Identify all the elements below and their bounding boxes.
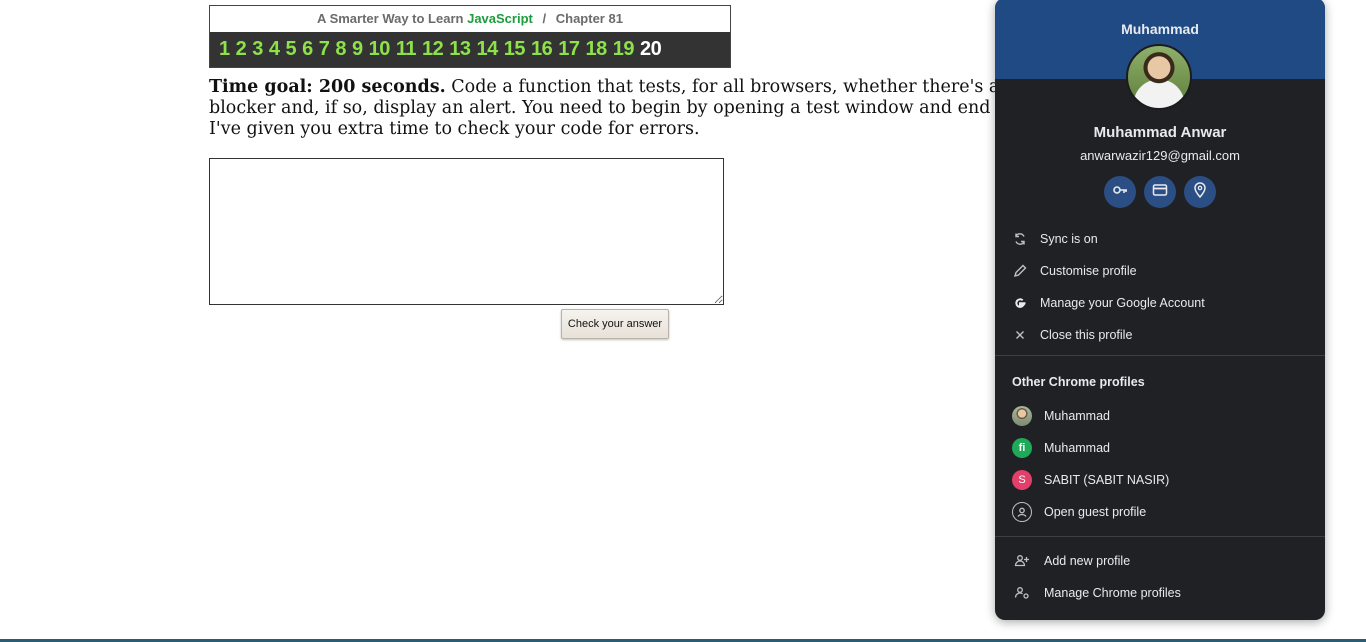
add-new-profile-item[interactable]: Add new profile: [995, 545, 1325, 577]
exercise-link-19[interactable]: 19: [613, 38, 635, 61]
addresses-button[interactable]: [1184, 176, 1216, 208]
answer-textarea[interactable]: [209, 158, 724, 305]
sync-status-item[interactable]: Sync is on: [995, 223, 1325, 255]
exercise-link-14[interactable]: 14: [477, 38, 499, 61]
time-goal: Time goal: 200 seconds.: [209, 77, 446, 97]
chapter-title: A Smarter Way to Learn JavaScript / Chap…: [210, 6, 730, 32]
instructions-text-1: Code a function that tests, for all brow…: [451, 77, 1061, 97]
close-profile-label: Close this profile: [1040, 328, 1133, 342]
add-new-profile-label: Add new profile: [1044, 554, 1131, 568]
exercise-link-9[interactable]: 9: [352, 38, 363, 61]
sync-status-label: Sync is on: [1040, 232, 1098, 246]
profile-item-sabit[interactable]: S SABIT (SABIT NASIR): [995, 464, 1325, 496]
close-icon: [1012, 327, 1028, 343]
exercise-link-18[interactable]: 18: [586, 38, 608, 61]
book-brand: JavaScript: [467, 11, 533, 26]
exercise-link-1[interactable]: 1: [219, 38, 230, 61]
profile-label: Muhammad: [1044, 409, 1110, 423]
manage-chrome-profiles-item[interactable]: Manage Chrome profiles: [995, 577, 1325, 609]
profile-item-muhammad-2[interactable]: fi Muhammad: [995, 432, 1325, 464]
passwords-button[interactable]: [1104, 176, 1136, 208]
exercise-instructions: Time goal: 200 seconds. Code a function …: [209, 77, 1110, 140]
exercise-link-3[interactable]: 3: [252, 38, 263, 61]
pencil-icon: [1012, 263, 1028, 279]
exercise-link-7[interactable]: 7: [319, 38, 330, 61]
avatar: [1126, 44, 1192, 110]
exercise-link-17[interactable]: 17: [558, 38, 580, 61]
payment-methods-button[interactable]: [1144, 176, 1176, 208]
location-icon: [1192, 181, 1208, 203]
exercise-current-20: 20: [640, 38, 662, 60]
exercise-link-6[interactable]: 6: [302, 38, 313, 61]
exercise-link-10[interactable]: 10: [369, 38, 391, 61]
exercise-link-8[interactable]: 8: [335, 38, 346, 61]
manage-google-account-label: Manage your Google Account: [1040, 296, 1205, 310]
profile-item-muhammad-1[interactable]: Muhammad: [995, 400, 1325, 432]
title-separator: /: [542, 11, 547, 26]
avatar: fi: [1012, 438, 1032, 458]
customise-profile-item[interactable]: Customise profile: [995, 255, 1325, 287]
instructions-text-2: blocker and, if so, display an alert. Yo…: [209, 98, 1110, 118]
chapter-header: A Smarter Way to Learn JavaScript / Chap…: [209, 5, 731, 68]
exercise-link-12[interactable]: 12: [422, 38, 444, 61]
chapter-label: Chapter 81: [555, 11, 623, 26]
add-person-icon: [1012, 551, 1032, 571]
check-answer-button[interactable]: Check your answer: [561, 309, 669, 339]
manage-people-icon: [1012, 583, 1032, 603]
avatar: S: [1012, 470, 1032, 490]
close-profile-item[interactable]: Close this profile: [995, 319, 1325, 351]
sync-icon: [1012, 231, 1028, 247]
google-icon: [1012, 295, 1028, 311]
card-icon: [1152, 182, 1168, 203]
autofill-shortcuts: [1104, 176, 1216, 208]
chrome-profile-menu: Muhammad Muhammad Anwar anwarwazir129@gm…: [995, 0, 1325, 620]
banner-profile-name: Muhammad: [1121, 21, 1199, 37]
profile-label: SABIT (SABIT NASIR): [1044, 473, 1170, 487]
guest-profile-icon: [1012, 502, 1032, 522]
exercise-link-11[interactable]: 11: [396, 38, 417, 61]
exercise-link-16[interactable]: 16: [531, 38, 553, 61]
exercise-link-5[interactable]: 5: [286, 38, 297, 61]
account-email: anwarwazir129@gmail.com: [1080, 148, 1240, 163]
profile-label: Open guest profile: [1044, 505, 1147, 519]
instructions-line-1: Time goal: 200 seconds. Code a function …: [209, 77, 1060, 98]
other-profiles-heading: Other Chrome profiles: [1012, 375, 1145, 389]
book-title: A Smarter Way to Learn: [317, 11, 464, 26]
account-name: Muhammad Anwar: [1093, 124, 1227, 141]
exercise-link-13[interactable]: 13: [449, 38, 471, 61]
exercise-link-4[interactable]: 4: [269, 38, 280, 61]
customise-profile-label: Customise profile: [1040, 264, 1137, 278]
divider: [995, 536, 1325, 537]
divider: [995, 355, 1325, 356]
profile-management-actions: Add new profile Manage Chrome profiles: [995, 545, 1325, 609]
exercise-link-15[interactable]: 15: [504, 38, 526, 61]
avatar: [1012, 406, 1032, 426]
key-icon: [1112, 182, 1128, 203]
profile-label: Muhammad: [1044, 441, 1110, 455]
other-profiles-list: Muhammad fi Muhammad S SABIT (SABIT NASI…: [995, 400, 1325, 528]
profile-actions: Sync is on Customise profile Manage your…: [995, 223, 1325, 351]
manage-google-account-item[interactable]: Manage your Google Account: [995, 287, 1325, 319]
exercise-number-nav: 1 2 3 4 5 6 7 8 9 10 11 12 13 14 15 16 1…: [210, 32, 730, 67]
exercise-link-2[interactable]: 2: [236, 38, 247, 61]
instructions-text-3: I've given you extra time to check your …: [209, 119, 700, 139]
open-guest-profile-item[interactable]: Open guest profile: [995, 496, 1325, 528]
manage-chrome-profiles-label: Manage Chrome profiles: [1044, 586, 1181, 600]
